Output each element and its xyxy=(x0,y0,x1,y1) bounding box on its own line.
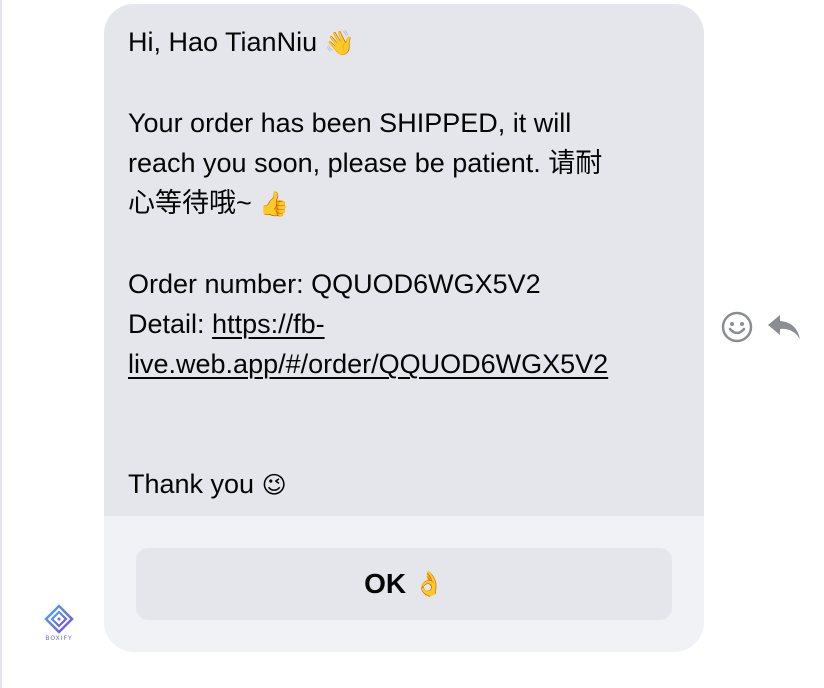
message-body: Hi, Hao TianNiu 👋 Your order has been SH… xyxy=(104,4,704,516)
thanks-text: Thank you xyxy=(128,469,255,499)
order-detail-link-part2[interactable]: live.web.app/#/order/QQUOD6WGX5V2 xyxy=(128,349,608,379)
order-number-line: Order number: QQUOD6WGX5V2 xyxy=(128,269,541,299)
conversation-divider xyxy=(0,0,2,688)
shipped-line-1: Your order has been SHIPPED, it will xyxy=(128,108,572,138)
shipped-line-2: reach you soon, please be patient. 请耐 xyxy=(128,148,603,178)
shipped-line-3: 心等待哦~ 👍 xyxy=(128,183,680,224)
ok-button-label: OK xyxy=(364,568,407,599)
message-bubble: Hi, Hao TianNiu 👋 Your order has been SH… xyxy=(104,4,704,652)
thanks-line: Thank you 😉 xyxy=(128,464,680,505)
smiley-face-icon[interactable] xyxy=(720,310,754,344)
reply-arrow-icon[interactable] xyxy=(766,312,802,342)
boxify-logo-icon xyxy=(44,604,74,634)
ok-hand-icon: 👌 xyxy=(413,570,444,598)
greeting-text: Hi, Hao TianNiu xyxy=(128,27,318,57)
detail-link-line-2: live.web.app/#/order/QQUOD6WGX5V2 xyxy=(128,344,680,384)
thumbs-up-icon: 👍 xyxy=(259,190,290,218)
winking-face-icon: 😉 xyxy=(261,471,287,499)
chat-page: Hi, Hao TianNiu 👋 Your order has been SH… xyxy=(0,0,824,688)
detail-line: Detail: https://fb- xyxy=(128,304,680,344)
ok-quick-reply-button[interactable]: OK 👌 xyxy=(136,548,672,620)
waving-hand-icon: 👋 xyxy=(324,29,355,57)
greeting-line: Hi, Hao TianNiu 👋 xyxy=(128,22,680,63)
sender-avatar[interactable]: BOXIFY xyxy=(42,604,76,644)
shipped-line-3-text: 心等待哦~ xyxy=(128,188,252,218)
order-detail-link-part1[interactable]: https://fb- xyxy=(212,309,325,339)
message-text: Hi, Hao TianNiu 👋 Your order has been SH… xyxy=(128,22,680,505)
message-actions xyxy=(720,310,804,346)
detail-label: Detail: xyxy=(128,309,205,339)
brand-name: BOXIFY xyxy=(45,635,73,642)
